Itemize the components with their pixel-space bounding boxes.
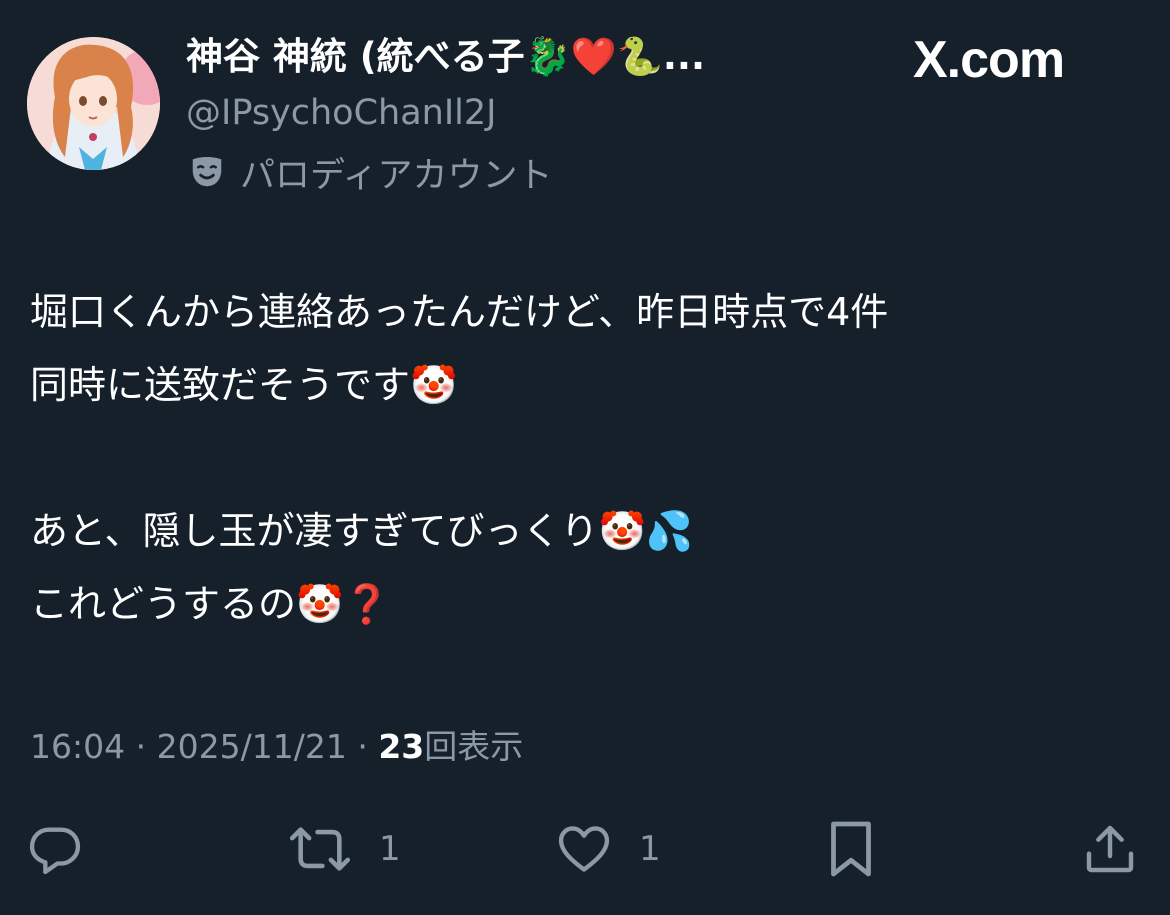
reply-button[interactable] [26, 818, 84, 880]
parody-label-text: パロディアカウント [240, 155, 553, 196]
theater-mask-icon [192, 156, 222, 187]
like-button[interactable]: 1 [555, 818, 661, 880]
share-button[interactable] [1082, 818, 1138, 880]
reply-icon [29, 827, 81, 875]
share-icon [1086, 825, 1134, 873]
bookmark-button[interactable] [826, 818, 876, 880]
avatar[interactable] [27, 37, 160, 170]
views-count: 23 [378, 727, 425, 766]
tweet-text: 堀口くんから連絡あったんだけど、昨日時点で4件 同時に送致だそうです🤡 あと、隠… [30, 276, 1140, 641]
bookmark-icon [831, 821, 871, 877]
display-name[interactable]: 神谷 神統 (統べる子🐉❤️🐍... [186, 32, 806, 82]
user-handle[interactable]: @IPsychoChanIl2J [186, 88, 497, 138]
retweet-button[interactable]: 1 [287, 818, 401, 880]
tweet-date[interactable]: 2025/11/21 [157, 727, 347, 766]
brand-logo-text: X.com [913, 31, 1065, 89]
meta-separator: · [357, 727, 368, 766]
tweet-line: 堀口くんから連絡あったんだけど、昨日時点で4件 [30, 290, 889, 334]
retweet-icon [289, 827, 351, 871]
tweet-meta: 16:04 · 2025/11/21 · 23回表示 [30, 722, 523, 772]
tweet-line: あと、隠し玉が凄すぎてびっくり🤡💦 [30, 509, 694, 553]
heart-icon [558, 826, 610, 872]
like-count: 1 [639, 829, 661, 869]
parody-account-label: パロディアカウント [188, 147, 553, 197]
meta-separator: · [135, 727, 147, 766]
tweet-line: 同時に送致だそうです🤡 [30, 363, 458, 407]
views-label: 回表示 [424, 727, 524, 766]
tweet-time[interactable]: 16:04 [30, 727, 125, 766]
retweet-count: 1 [379, 829, 401, 869]
tweet-line: これどうするの🤡❓ [30, 582, 391, 626]
